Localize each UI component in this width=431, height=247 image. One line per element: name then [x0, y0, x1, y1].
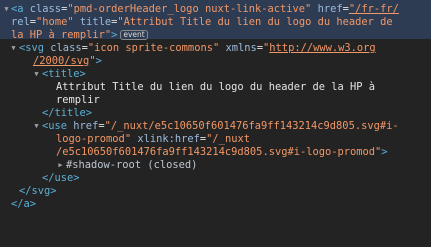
svg-xmlns-attr-name: xmlns [225, 42, 257, 54]
svg-class-attr-value: "icon sprite-commons" [87, 42, 220, 54]
a-open-tag: <a [11, 3, 24, 15]
tree-node-title-end[interactable]: </title> [0, 107, 431, 120]
triangle-down-icon[interactable] [2, 3, 11, 16]
svg-xmlns-link-line-1[interactable]: http://www.w3.org [269, 42, 375, 54]
use-open-tag: <use [42, 120, 68, 132]
a-title-attr-value-line-1: "Attribut Title du lien du logo du heade… [117, 16, 393, 28]
svg-open-tag: <svg [19, 42, 45, 54]
title-text-line-1: Attribut Title du lien du logo du header… [56, 81, 376, 93]
title-open-tag: <title> [42, 68, 86, 80]
use-xlink-attr-value-line-2: /e5c10650f601476fa9ff143214c9d805.svg#i-… [56, 146, 382, 158]
svg-end-tag: </svg> [19, 185, 57, 197]
triangle-down-icon[interactable] [32, 68, 41, 81]
a-href-attr-value[interactable]: "/fr-fr/ [349, 3, 399, 15]
use-href-attr-value-line-1: "/_nuxt/e5c10650f601476fa9ff143214c9d805… [104, 120, 399, 132]
tree-node-a[interactable]: <a class="pmd-orderHeader_logo nuxt-link… [0, 3, 431, 16]
tree-node-svg[interactable]: <svg class="icon sprite-commons" xmlns="… [0, 42, 431, 55]
tree-node-a-continuation: rel="home" title="Attribut Title du lien… [11, 16, 393, 28]
tree-node-title[interactable]: <title> [0, 68, 431, 81]
use-open-bracket-close: > [381, 146, 388, 158]
svg-open-bracket-close: > [95, 55, 102, 67]
a-open-bracket-close: > [111, 29, 118, 41]
tree-node-shadow-root[interactable]: #shadow-root (closed) [0, 159, 431, 172]
svg-class-attr-name: class [50, 42, 82, 54]
use-href-attr-value-line-2: logo-promod" [56, 133, 132, 145]
shadow-root-label: #shadow-root (closed) [66, 159, 198, 171]
triangle-down-icon[interactable] [9, 42, 18, 55]
svg-xmlns-link-line-2[interactable]: /2000/svg [33, 55, 89, 67]
use-href-attr-name: href [73, 120, 99, 132]
title-text-line-2: remplir [56, 94, 100, 106]
tree-node-use-continuation: logo-promod" xlink:href="/_nuxt [56, 133, 250, 145]
tree-node-use-end[interactable]: </use> [0, 172, 431, 185]
a-rel-attr-name: rel [11, 16, 30, 28]
a-title-attr-name: title [79, 16, 112, 28]
tree-node-title-text-continuation: remplir [0, 94, 431, 107]
tree-node-svg-continuation: /2000/svg"> [0, 55, 431, 68]
tree-node-a-continuation-2: la HP à remplir"> event [0, 29, 431, 42]
elements-tree-panel: <a class="pmd-orderHeader_logo nuxt-link… [0, 0, 431, 247]
tree-node-title-text[interactable]: Attribut Title du lien du logo du header… [0, 81, 431, 94]
tree-node-a-end[interactable]: </a> [0, 198, 431, 211]
event-badge[interactable]: event [120, 30, 148, 40]
tree-node-svg-end[interactable]: </svg> [0, 185, 431, 198]
a-class-attr-value: "pmd-orderHeader_logo nuxt-link-active" [67, 3, 312, 15]
a-class-attr-name: class [29, 3, 62, 15]
triangle-down-icon[interactable] [32, 120, 41, 133]
use-xlink-attr-value-line-1: "/_nuxt [206, 133, 250, 145]
triangle-right-icon[interactable] [56, 159, 65, 172]
tree-node-use[interactable]: <use href="/_nuxt/e5c10650f601476fa9ff14… [0, 120, 431, 133]
title-end-tag: </title> [42, 107, 93, 119]
a-end-tag: </a> [11, 198, 37, 210]
tree-node-use-continuation-2: /e5c10650f601476fa9ff143214c9d805.svg#i-… [0, 146, 431, 159]
a-title-attr-value-line-2: la HP à remplir" [11, 29, 112, 41]
a-rel-attr-value: "home" [36, 16, 74, 28]
use-xlink-attr-name: xlink:href [137, 133, 200, 145]
a-href-attr-name: href [317, 3, 343, 15]
use-end-tag: </use> [42, 172, 80, 184]
